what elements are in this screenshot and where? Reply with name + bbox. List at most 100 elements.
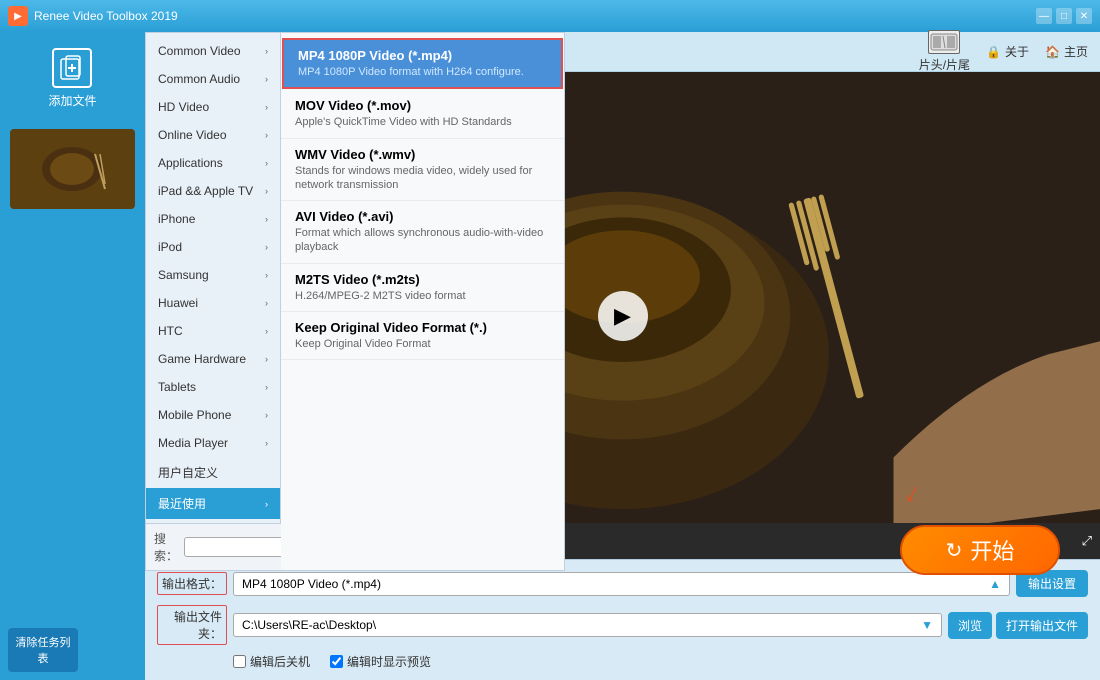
format-name: WMV Video (*.wmv) — [295, 147, 550, 162]
format-dropdown: Common Video › Common Audio › HD Video ›… — [145, 32, 565, 571]
menu-label: Mobile Phone — [158, 408, 231, 422]
home-label: 主页 — [1064, 43, 1088, 60]
chevron-right-icon: › — [265, 438, 268, 448]
output-format-select[interactable]: MP4 1080P Video (*.mp4) ▲ — [233, 572, 1010, 596]
menu-label: Game Hardware — [158, 352, 246, 366]
menu-label: 最近使用 — [158, 495, 206, 512]
menu-common-video[interactable]: Common Video › — [146, 37, 280, 65]
home-button[interactable]: 🏠 主页 — [1045, 43, 1088, 60]
format-desc: Stands for windows media video, widely u… — [295, 164, 550, 193]
menu-huawei[interactable]: Huawei › — [146, 289, 280, 317]
shutdown-checkbox-label[interactable]: 编辑后关机 — [233, 653, 310, 670]
about-button[interactable]: 🔒 关于 — [986, 43, 1029, 60]
menu-label: iPad && Apple TV — [158, 184, 253, 198]
browse-button[interactable]: 浏览 — [948, 612, 992, 639]
shutdown-label: 编辑后关机 — [250, 653, 310, 670]
menu-online-video[interactable]: Online Video › — [146, 121, 280, 149]
preview-checkbox[interactable] — [330, 655, 343, 668]
scene-icon — [928, 30, 960, 54]
format-item-wmv[interactable]: WMV Video (*.wmv) Stands for windows med… — [281, 139, 564, 202]
menu-htc[interactable]: HTC › — [146, 317, 280, 345]
menu-mobile-phone[interactable]: Mobile Phone › — [146, 401, 280, 429]
menu-hd-video[interactable]: HD Video › — [146, 93, 280, 121]
menu-label: Online Video — [158, 128, 227, 142]
menu-label: HTC — [158, 324, 183, 338]
chevron-right-icon: › — [265, 242, 268, 252]
menu-samsung[interactable]: Samsung › — [146, 261, 280, 289]
menu-media-player[interactable]: Media Player › — [146, 429, 280, 457]
thumbnail-image — [10, 129, 135, 209]
menu-applications[interactable]: Applications › — [146, 149, 280, 177]
scene-button[interactable]: 片头/片尾 — [919, 30, 970, 73]
chevron-right-icon: › — [265, 270, 268, 280]
format-desc: Keep Original Video Format — [295, 337, 550, 351]
sidebar-bottom-buttons: 清除任务列表 — [0, 620, 145, 680]
open-output-button[interactable]: 打开输出文件 — [996, 612, 1088, 639]
menu-tablets[interactable]: Tablets › — [146, 373, 280, 401]
chevron-right-icon: › — [265, 186, 268, 196]
menu-label: Common Video — [158, 44, 241, 58]
refresh-icon: ↻ — [946, 538, 963, 563]
menu-recent[interactable]: 最近使用 › — [146, 488, 280, 519]
add-file-button[interactable]: 添加文件 — [40, 40, 104, 117]
start-button[interactable]: ↻ 开始 — [900, 525, 1060, 575]
menu-label: 用户自定义 — [158, 464, 218, 481]
chevron-right-icon: › — [265, 158, 268, 168]
menu-iphone[interactable]: iPhone › — [146, 205, 280, 233]
format-item-m2ts[interactable]: M2TS Video (*.m2ts) H.264/MPEG-2 M2TS vi… — [281, 264, 564, 312]
chevron-right-icon: › — [265, 354, 268, 364]
chevron-right-icon: › — [265, 499, 268, 509]
format-desc: MP4 1080P Video format with H264 configu… — [298, 65, 547, 79]
format-name: MP4 1080P Video (*.mp4) — [298, 48, 547, 63]
menu-common-audio[interactable]: Common Audio › — [146, 65, 280, 93]
menu-ipod[interactable]: iPod › — [146, 233, 280, 261]
window-controls[interactable]: — □ ✕ — [1036, 8, 1092, 24]
format-name: MOV Video (*.mov) — [295, 98, 550, 113]
scene-label: 片头/片尾 — [919, 56, 970, 73]
menu-label: Applications — [158, 156, 223, 170]
format-item-keep[interactable]: Keep Original Video Format (*.) Keep Ori… — [281, 312, 564, 360]
bottom-panel: 输出格式： MP4 1080P Video (*.mp4) ▲ 输出设置 输出文… — [145, 559, 1100, 680]
close-btn[interactable]: ✕ — [1076, 8, 1092, 24]
menu-label: iPod — [158, 240, 182, 254]
menu-ipad-apple-tv[interactable]: iPad && Apple TV › — [146, 177, 280, 205]
lock-icon: 🔒 — [986, 45, 1001, 59]
output-folder-select[interactable]: C:\Users\RE-ac\Desktop\ ▼ — [233, 613, 942, 637]
chevron-right-icon: › — [265, 46, 268, 56]
menu-label: Tablets — [158, 380, 196, 394]
menu-label: HD Video — [158, 100, 209, 114]
app-title: Renee Video Toolbox 2019 — [34, 9, 1036, 23]
menu-label: Common Audio — [158, 72, 240, 86]
maximize-btn[interactable]: □ — [1056, 8, 1072, 24]
menu-user-custom[interactable]: 用户自定义 — [146, 457, 280, 488]
shutdown-checkbox[interactable] — [233, 655, 246, 668]
clear-tasks-button[interactable]: 清除任务列表 — [8, 628, 78, 672]
minimize-btn[interactable]: — — [1036, 8, 1052, 24]
format-desc: H.264/MPEG-2 M2TS video format — [295, 289, 550, 303]
menu-column: Common Video › Common Audio › HD Video ›… — [146, 33, 281, 523]
format-item-mp4[interactable]: MP4 1080P Video (*.mp4) MP4 1080P Video … — [282, 38, 563, 89]
format-item-avi[interactable]: AVI Video (*.avi) Format which allows sy… — [281, 201, 564, 264]
output-format-label: 输出格式： — [157, 572, 227, 595]
format-name: M2TS Video (*.m2ts) — [295, 272, 550, 287]
format-desc: Apple's QuickTime Video with HD Standard… — [295, 115, 550, 129]
menu-game-hardware[interactable]: Game Hardware › — [146, 345, 280, 373]
chevron-right-icon: › — [265, 326, 268, 336]
add-file-icon — [52, 48, 92, 88]
output-folder-row: 输出文件夹： C:\Users\RE-ac\Desktop\ ▼ 浏览 打开输出… — [157, 605, 1088, 645]
chevron-right-icon: › — [265, 410, 268, 420]
preview-checkbox-label[interactable]: 编辑时显示预览 — [330, 653, 431, 670]
chevron-right-icon: › — [265, 130, 268, 140]
play-button[interactable]: ▶ — [598, 291, 648, 341]
menu-label: iPhone — [158, 212, 195, 226]
menu-label: Huawei — [158, 296, 198, 310]
menu-label: Samsung — [158, 268, 209, 282]
menu-label: Media Player — [158, 436, 228, 450]
add-file-label: 添加文件 — [48, 92, 96, 109]
home-icon: 🏠 — [1045, 45, 1060, 59]
checkbox-row: 编辑后关机 编辑时显示预览 — [157, 653, 1088, 670]
chevron-right-icon: › — [265, 382, 268, 392]
fullscreen-button[interactable]: ⤢ — [1082, 533, 1092, 549]
format-item-mov[interactable]: MOV Video (*.mov) Apple's QuickTime Vide… — [281, 90, 564, 138]
app-icon: ▶ — [8, 6, 28, 26]
